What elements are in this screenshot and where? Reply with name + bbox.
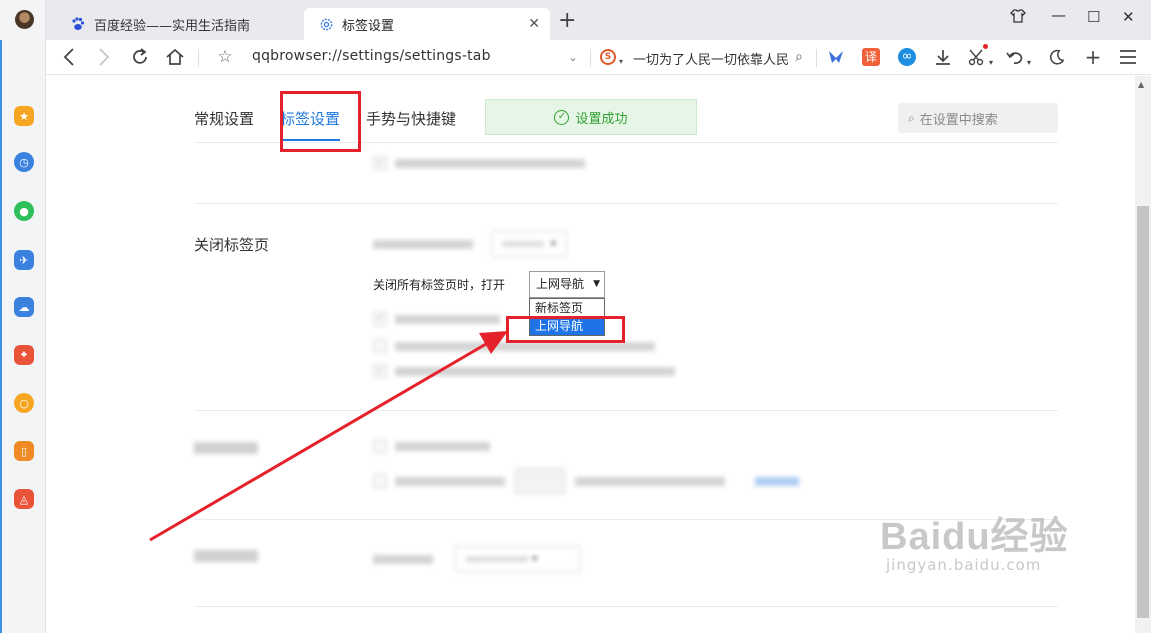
watermark-brand: Baidu经验 [880, 516, 1069, 558]
watermark: Baidu经验 jingyan.baidu.com [880, 505, 1069, 574]
browser-window: ★ ◷ ● ✈ ☁ ⌖ ○ ▯ ◬ 百度经验——实用生活指南 标签设置 ✕ + … [0, 0, 1151, 633]
watermark-domain: jingyan.baidu.com [886, 556, 1042, 574]
